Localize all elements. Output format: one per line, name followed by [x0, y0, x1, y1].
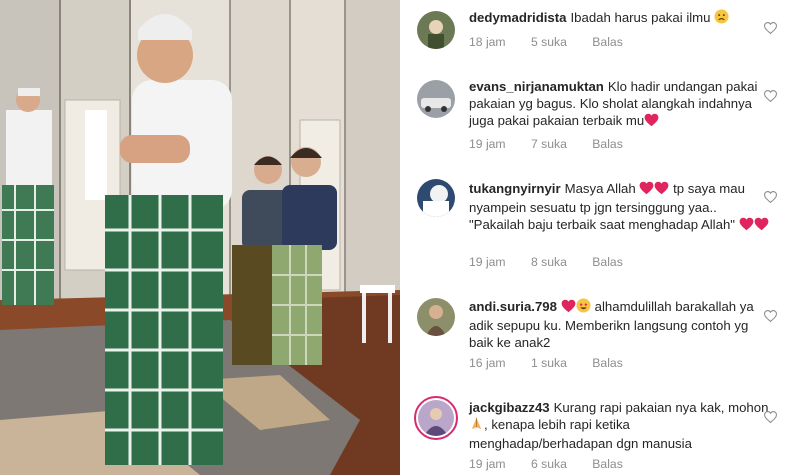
comment-text-part2: , kenapa lebih rapi ketika menghadap/ber…	[469, 417, 692, 451]
like-heart-icon[interactable]	[764, 22, 777, 34]
avatar[interactable]	[417, 11, 455, 49]
reply-button[interactable]: Balas	[592, 35, 623, 49]
comment-time: 18 jam	[469, 35, 506, 49]
sad-face-emoji	[714, 9, 729, 28]
red-heart-emoji	[654, 181, 669, 199]
comment-time: 19 jam	[469, 457, 506, 471]
comment-username[interactable]: evans_nirjanamuktan	[469, 79, 604, 94]
reply-button[interactable]: Balas	[592, 137, 623, 151]
reply-button[interactable]: Balas	[592, 457, 623, 471]
red-heart-emoji	[754, 217, 769, 235]
avatar[interactable]	[417, 179, 455, 217]
praying-hands-emoji	[469, 416, 484, 435]
heart-eyes-emoji	[576, 298, 591, 317]
comment-time: 16 jam	[469, 356, 506, 370]
avatar-with-story-ring[interactable]	[414, 396, 458, 440]
like-heart-icon[interactable]	[764, 191, 777, 203]
reply-button[interactable]: Balas	[592, 356, 623, 370]
like-heart-icon[interactable]	[764, 90, 777, 102]
comments-panel: dedymadridista Ibadah harus pakai ilmu 18…	[400, 0, 800, 475]
like-heart-icon[interactable]	[764, 310, 777, 322]
comment-time: 19 jam	[469, 255, 506, 269]
comment-text: Ibadah harus pakai ilmu	[570, 10, 711, 25]
red-heart-emoji	[561, 299, 576, 317]
comment-text-part1: Kurang rapi pakaian nya kak, mohon	[553, 400, 769, 415]
comment-username[interactable]: jackgibazz43	[469, 400, 550, 415]
red-heart-emoji	[639, 181, 654, 199]
avatar[interactable]	[417, 298, 455, 336]
comment-username[interactable]: dedymadridista	[469, 10, 566, 25]
comment-likes[interactable]: 8 suka	[531, 255, 567, 269]
reply-button[interactable]: Balas	[592, 255, 623, 269]
red-heart-emoji	[739, 217, 754, 235]
comment-likes[interactable]: 6 suka	[531, 457, 567, 471]
post-photo	[0, 0, 400, 475]
comment-username[interactable]: andi.suria.798	[469, 299, 557, 314]
comment-text-part1: Masya Allah	[564, 181, 636, 196]
comment-username[interactable]: tukangnyirnyir	[469, 181, 561, 196]
comment-likes[interactable]: 7 suka	[531, 137, 567, 151]
like-heart-icon[interactable]	[764, 411, 777, 423]
comment-likes[interactable]: 5 suka	[531, 35, 567, 49]
red-heart-emoji	[644, 113, 659, 131]
comment-time: 19 jam	[469, 137, 506, 151]
avatar[interactable]	[417, 80, 455, 118]
comment-likes[interactable]: 1 suka	[531, 356, 567, 370]
